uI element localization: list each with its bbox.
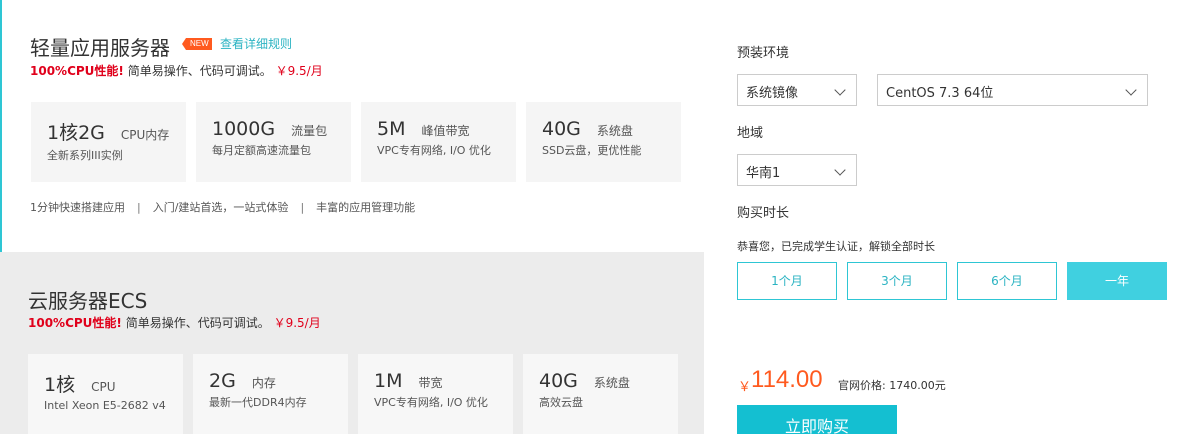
official-price: 官网价格: 1740.00元	[838, 377, 946, 393]
spec-sub: 最新一代DDR4内存	[209, 396, 307, 409]
spec-main: 1核2G CPU内存	[47, 118, 186, 145]
image-type-select[interactable]: 系统镜像	[737, 74, 857, 106]
os-select[interactable]: CentOS 7.3 64位	[877, 74, 1148, 106]
spec-value: 1核2G	[47, 122, 105, 144]
promo-text: 简单易操作、代码可调试。	[127, 64, 272, 78]
spec-unit: 系统盘	[593, 376, 630, 390]
duration-1-year-button[interactable]: 一年	[1067, 262, 1167, 300]
spec-box-bandwidth: 5M 峰值带宽 VPC专有网络, I/O 优化	[361, 102, 516, 182]
price-value: 114.00	[751, 366, 823, 393]
spec-value: 1核	[44, 374, 76, 396]
feature-separator: |	[300, 201, 305, 214]
rules-link[interactable]: 查看详细规则	[220, 35, 292, 52]
duration-label: 购买时长	[737, 206, 790, 221]
spec-unit: CPU内存	[120, 128, 170, 142]
spec-unit: 系统盘	[596, 124, 633, 138]
spec-sub: 全新系列III实例	[47, 149, 123, 162]
ecs-title: 云服务器ECS	[28, 289, 148, 313]
region-value: 华南1	[746, 166, 781, 181]
chevron-down-icon	[1125, 84, 1137, 96]
spec-value: 2G	[209, 370, 236, 392]
spec-sub: 高效云盘	[539, 396, 583, 409]
ecs-spec-disk: 40G 系统盘 高效云盘	[523, 354, 678, 434]
feature-item: 1分钟快速搭建应用	[30, 201, 125, 214]
region-label: 地域	[737, 126, 764, 141]
spec-box-traffic: 1000G 流量包 每月定额高速流量包	[196, 102, 351, 182]
spec-value: 5M	[377, 118, 406, 140]
chevron-down-icon	[834, 164, 846, 176]
spec-value: 1000G	[212, 118, 276, 140]
duration-6-months-button[interactable]: 6个月	[957, 262, 1057, 300]
spec-main: 40G 系统盘	[542, 118, 681, 140]
spec-value: 1M	[374, 370, 403, 392]
spec-sub: Intel Xeon E5-2682 v4	[44, 399, 166, 412]
duration-1-month-button[interactable]: 1个月	[737, 262, 837, 300]
spec-sub: VPC专有网络, I/O 优化	[377, 144, 491, 157]
student-note: 恭喜您，已完成学生认证，解锁全部时长	[737, 240, 935, 253]
spec-main: 1000G 流量包	[212, 118, 351, 140]
spec-value: 40G	[539, 370, 578, 392]
spec-value: 40G	[542, 118, 581, 140]
currency-symbol: ￥	[738, 379, 752, 394]
spec-unit: 带宽	[418, 376, 443, 390]
feature-item: 丰富的应用管理功能	[316, 201, 416, 214]
spec-sub: VPC专有网络, I/O 优化	[374, 396, 488, 409]
spec-sub: 每月定额高速流量包	[212, 144, 311, 157]
spec-sub: SSD云盘，更优性能	[542, 144, 642, 157]
spec-main: 5M 峰值带宽	[377, 118, 516, 140]
spec-main: 1核 CPU	[44, 370, 183, 397]
official-price-value: 1740.00元	[889, 379, 946, 392]
promo-text: 简单易操作、代码可调试。	[125, 316, 270, 330]
spec-unit: 流量包	[291, 124, 328, 138]
duration-3-months-button[interactable]: 3个月	[847, 262, 947, 300]
promo-price: ￥9.5/月	[275, 64, 323, 78]
promo-highlight: 100%CPU性能!	[30, 64, 124, 78]
spec-main: 2G 内存	[209, 370, 348, 392]
os-value: CentOS 7.3 64位	[886, 86, 994, 101]
feature-separator: |	[137, 201, 141, 214]
ecs-spec-bandwidth: 1M 带宽 VPC专有网络, I/O 优化	[358, 354, 513, 434]
ecs-promo: 100%CPU性能! 简单易操作、代码可调试。 ￥9.5/月	[28, 314, 321, 331]
buy-now-button[interactable]: 立即购买	[737, 405, 897, 434]
new-badge: NEW	[182, 38, 212, 50]
chevron-down-icon	[834, 84, 846, 96]
spec-unit: CPU	[91, 380, 116, 394]
spec-unit: 内存	[251, 376, 276, 390]
ecs-spec-cpu: 1核 CPU Intel Xeon E5-2682 v4	[28, 354, 183, 434]
promo-price: ￥9.5/月	[273, 316, 321, 330]
lightweight-title: 轻量应用服务器	[30, 36, 170, 60]
promo-highlight: 100%CPU性能!	[28, 316, 122, 330]
preinstall-label: 预装环境	[737, 46, 790, 61]
feature-list: 1分钟快速搭建应用 | 入门/建站首选，一站式体验 | 丰富的应用管理功能	[30, 199, 415, 215]
lightweight-promo: 100%CPU性能! 简单易操作、代码可调试。 ￥9.5/月	[30, 62, 323, 79]
image-type-value: 系统镜像	[746, 86, 799, 101]
spec-box-cpu-memory: 1核2G CPU内存 全新系列III实例	[31, 102, 186, 182]
official-price-label: 官网价格:	[838, 379, 886, 392]
feature-item: 入门/建站首选，一站式体验	[152, 201, 289, 214]
spec-main: 1M 带宽	[374, 370, 513, 392]
ecs-spec-memory: 2G 内存 最新一代DDR4内存	[193, 354, 348, 434]
spec-box-disk: 40G 系统盘 SSD云盘，更优性能	[526, 102, 681, 182]
spec-unit: 峰值带宽	[421, 124, 470, 138]
spec-main: 40G 系统盘	[539, 370, 678, 392]
region-select[interactable]: 华南1	[737, 154, 857, 186]
